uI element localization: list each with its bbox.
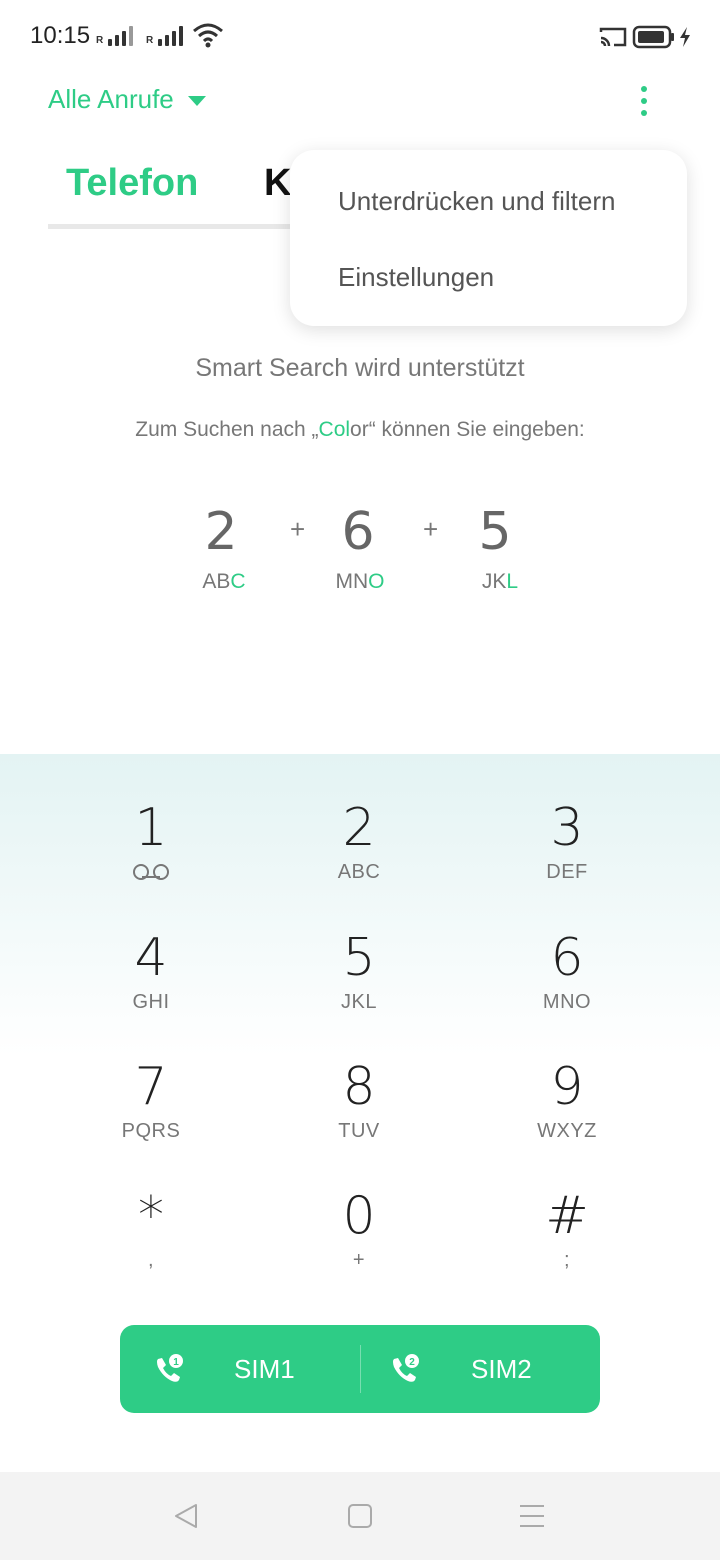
chevron-down-icon (187, 95, 206, 106)
key-hash[interactable]: #; (467, 1186, 667, 1306)
key-2[interactable]: 2 ABC (259, 798, 459, 918)
menu-item-block-filter[interactable]: Unterdrücken und filtern (338, 186, 615, 217)
battery-icon (632, 25, 674, 49)
system-nav-bar (0, 1472, 720, 1560)
tab-phone[interactable]: Telefon (66, 162, 198, 205)
key-star[interactable]: *, (51, 1186, 251, 1306)
example-letters: MNO (335, 570, 385, 593)
phone-sim2-icon: 2 (393, 1354, 419, 1382)
key-1[interactable]: 1 (51, 798, 251, 918)
overflow-menu: Unterdrücken und filtern Einstellungen (290, 150, 687, 326)
svg-text:1: 1 (173, 1357, 179, 1368)
call-sim2-button[interactable]: 2 SIM2 (360, 1325, 600, 1413)
status-time: 10:15 (30, 22, 91, 49)
key-7[interactable]: 7 PQRS (51, 1057, 251, 1177)
example-digit: 2 (204, 502, 238, 562)
call-filter-dropdown[interactable]: Alle Anrufe (48, 84, 206, 115)
key-8[interactable]: 8 TUV (259, 1057, 459, 1177)
voicemail-icon (133, 864, 169, 880)
wifi-icon (193, 23, 223, 48)
call-sim1-button[interactable]: 1 SIM1 (120, 1325, 360, 1413)
example-digit: 5 (478, 502, 512, 562)
key-4[interactable]: 4 GHI (51, 928, 251, 1048)
key-6[interactable]: 6 MNO (467, 928, 667, 1048)
example-plus: + (290, 514, 306, 544)
example-digit: 6 (341, 502, 375, 562)
key-9[interactable]: 9 WXYZ (467, 1057, 667, 1177)
cast-icon (599, 27, 627, 47)
recents-icon[interactable] (518, 1503, 546, 1529)
svg-text:2: 2 (409, 1357, 415, 1368)
call-filter-label: Alle Anrufe (48, 84, 174, 114)
key-3[interactable]: 3 DEF (467, 798, 667, 918)
back-icon[interactable] (172, 1502, 200, 1530)
home-icon[interactable] (347, 1503, 373, 1529)
sim2-label: SIM2 (471, 1354, 532, 1384)
example-letters: JKL (481, 570, 519, 593)
menu-item-settings[interactable]: Einstellungen (338, 262, 494, 293)
example-plus: + (423, 514, 439, 544)
key-5[interactable]: 5 JKL (259, 928, 459, 1048)
key-0[interactable]: 0 + (259, 1186, 459, 1306)
charging-icon (680, 27, 690, 47)
tab-divider (48, 224, 298, 229)
more-vertical-icon[interactable] (632, 84, 656, 118)
sim1-label: SIM1 (234, 1354, 295, 1384)
example-letters: ABC (202, 570, 246, 593)
smart-search-title: Smart Search wird unterstützt (195, 354, 525, 382)
smart-search-hint: Zum Suchen nach „Color“ können Sie einge… (135, 418, 585, 441)
phone-sim1-icon: 1 (157, 1354, 183, 1382)
signal-icon: R (146, 24, 190, 46)
signal-icon: R (96, 24, 140, 46)
